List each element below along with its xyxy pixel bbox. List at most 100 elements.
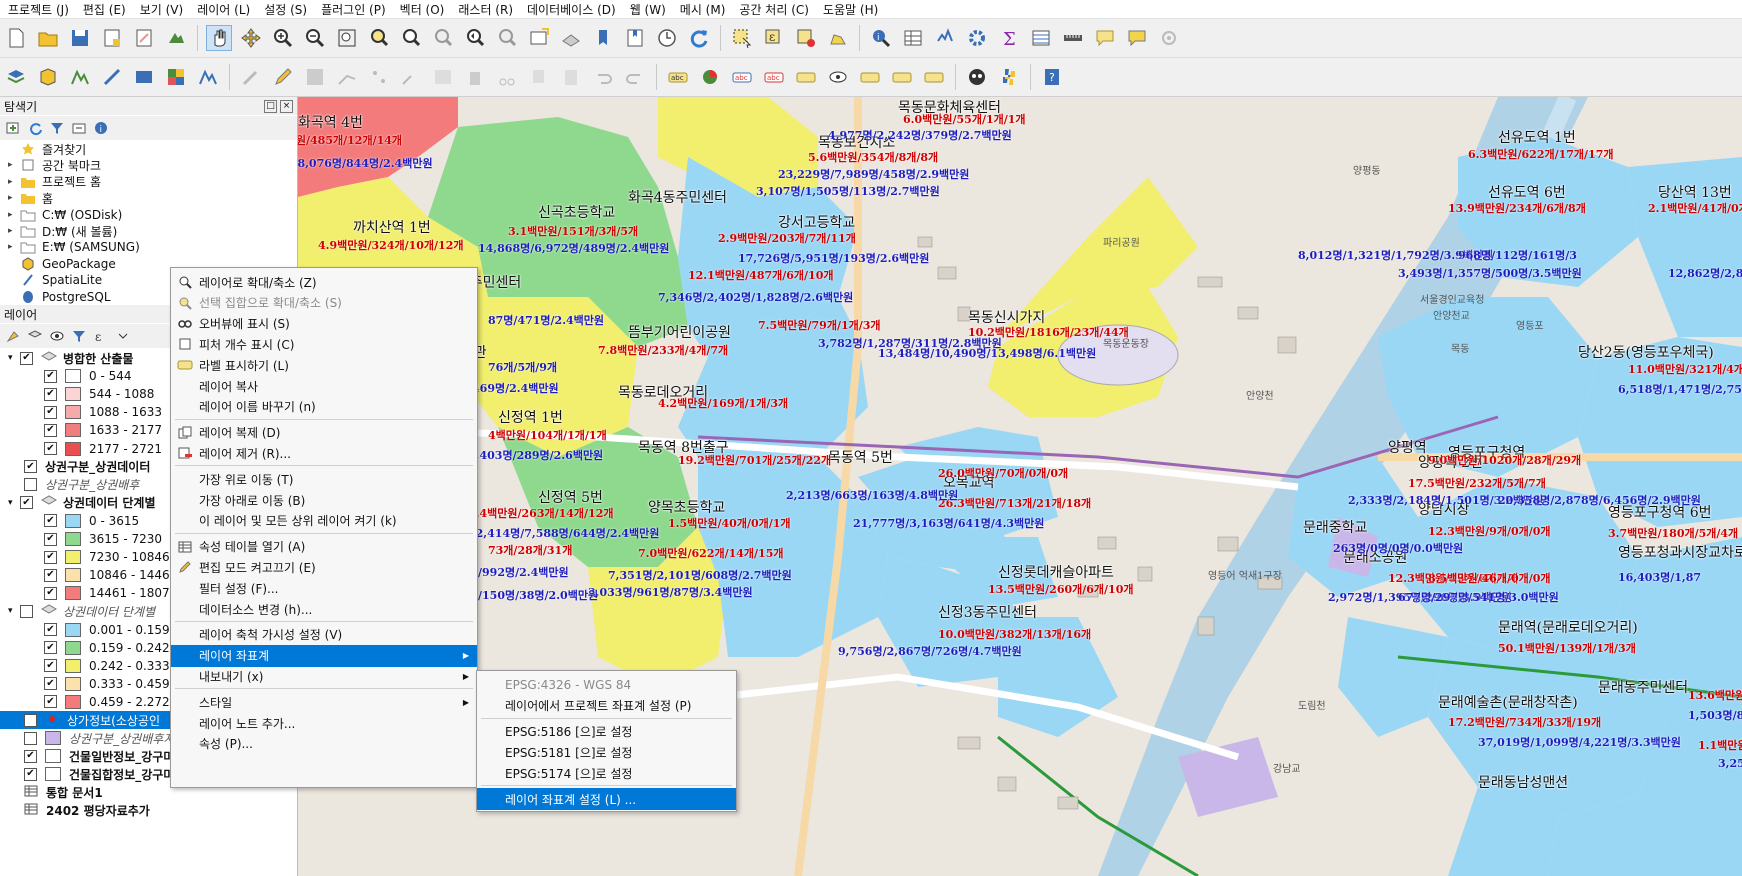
style-manager-icon[interactable] <box>163 25 189 51</box>
context-menu-item[interactable]: 필터 설정 (F)... <box>171 577 477 599</box>
layer-checkbox[interactable]: ✔ <box>44 695 57 709</box>
context-menu-item[interactable]: 오버뷰에 표시 (S) <box>171 313 477 335</box>
browser-item[interactable]: ▸ C:₩ (OSDisk) <box>8 206 122 224</box>
layer-checkbox[interactable]: ✔ <box>44 677 57 691</box>
new-3d-view-icon[interactable] <box>558 25 584 51</box>
layer-checkbox[interactable]: ✔ <box>44 442 57 455</box>
context-menu-item[interactable]: 데이터소스 변경 (h)... <box>171 598 477 620</box>
menu-item[interactable]: 플러그인 (P) <box>313 1 392 18</box>
zoom-out-icon[interactable] <box>302 25 328 51</box>
menu-item[interactable]: 편집 (E) <box>75 1 132 18</box>
layer-checkbox[interactable]: ✔ <box>44 641 57 655</box>
save-project-icon[interactable] <box>67 25 93 51</box>
filter-by-expression-icon[interactable]: ε <box>92 327 110 345</box>
context-menu-item[interactable]: 가장 아래로 이동 (B) <box>171 489 477 511</box>
submenu-item[interactable]: EPSG:5174 [으]로 설정 <box>477 762 736 784</box>
context-menu-item[interactable]: 레이어 복사 <box>171 375 477 397</box>
data-source-manager-icon[interactable] <box>3 64 29 90</box>
zoom-to-selection-icon[interactable] <box>366 25 392 51</box>
move-label-icon[interactable] <box>825 64 851 90</box>
expand-arrow-icon[interactable]: ▸ <box>8 210 20 220</box>
zoom-native-icon[interactable] <box>430 25 456 51</box>
layer-checkbox[interactable]: ✔ <box>44 568 57 582</box>
layer-checkbox[interactable]: ✔ <box>24 460 37 474</box>
context-menu-item[interactable]: 속성 테이블 열기 (A) <box>171 536 477 558</box>
context-menu-item[interactable]: 가장 위로 이동 (T) <box>171 468 477 490</box>
info-icon[interactable]: i <box>92 119 110 137</box>
toggle-editing-icon[interactable] <box>270 64 296 90</box>
visibility-icon[interactable] <box>48 327 66 345</box>
context-menu-item[interactable]: 내보내기 (x) ▶ <box>171 665 477 687</box>
menu-item[interactable]: 데이터베이스 (D) <box>519 1 622 18</box>
new-geopackage-icon[interactable] <box>35 64 61 90</box>
layer-style-icon[interactable] <box>4 327 22 345</box>
vector-layer-icon[interactable] <box>195 64 221 90</box>
browser-item[interactable]: SpatiaLite <box>8 271 102 289</box>
pin-labels-icon[interactable]: abc <box>761 64 787 90</box>
open-table-icon[interactable] <box>1028 25 1054 51</box>
annotation-icon[interactable] <box>1124 25 1150 51</box>
layer-checkbox[interactable]: ✔ <box>44 387 57 401</box>
layer-checkbox[interactable]: ✔ <box>20 351 33 365</box>
menu-item[interactable]: 웹 (W) <box>622 1 672 18</box>
expand-arrow-icon[interactable]: ▸ <box>8 193 20 203</box>
context-menu-item[interactable]: 선택 집합으로 확대/축소 (S) <box>171 292 477 314</box>
context-menu-item[interactable]: 레이어 축척 가시성 설정 (V) <box>171 624 477 646</box>
bookmark-icon[interactable] <box>590 25 616 51</box>
temporal-controller-icon[interactable] <box>654 25 680 51</box>
layer-checkbox[interactable]: ✔ <box>44 659 57 673</box>
context-menu-item[interactable]: 레이어 좌표계 ▶ <box>171 644 477 667</box>
layer-checkbox[interactable]: ✔ <box>20 496 33 510</box>
float-panel-icon[interactable]: □ <box>264 100 277 113</box>
browser-item[interactable]: ▸ 홈 <box>8 189 53 207</box>
help-icon[interactable]: ? <box>1039 64 1065 90</box>
measure-icon[interactable] <box>1060 25 1086 51</box>
layer-checkbox[interactable] <box>24 478 37 492</box>
context-menu-item[interactable]: 라벨 표시하기 (L) <box>171 354 477 376</box>
collapse-all-icon[interactable] <box>70 119 88 137</box>
context-menu-item[interactable]: 레이어 노트 추가... <box>171 712 477 734</box>
layer-checkbox[interactable]: ✔ <box>44 514 57 528</box>
submenu-item[interactable]: EPSG:4326 - WGS 84 <box>477 674 736 696</box>
change-label-icon[interactable] <box>889 64 915 90</box>
statistics-summary-icon[interactable]: Σ <box>996 25 1022 51</box>
layer-checkbox[interactable]: ✔ <box>44 423 57 437</box>
virtual-layer-icon[interactable] <box>131 64 157 90</box>
menu-item[interactable]: 레이어 (L) <box>189 1 256 18</box>
context-menu-item[interactable]: 피처 개수 표시 (C) <box>171 333 477 355</box>
layer-checkbox[interactable] <box>24 731 37 745</box>
new-print-layout-icon[interactable] <box>99 25 125 51</box>
filter-legend-icon[interactable] <box>70 327 88 345</box>
collapse-arrow-icon[interactable]: ▾ <box>8 606 20 616</box>
zoom-in-icon[interactable] <box>270 25 296 51</box>
submenu-item[interactable]: 레이어 좌표계 설정 (L) ... <box>477 788 736 810</box>
pan-to-selection-icon[interactable] <box>238 25 264 51</box>
layer-row[interactable]: 2402 평당자료추가 <box>24 802 297 820</box>
layer-checkbox[interactable]: ✔ <box>24 749 37 763</box>
new-shapefile-icon[interactable] <box>67 64 93 90</box>
highlight-pinned-labels-icon[interactable]: abc <box>729 64 755 90</box>
show-bookmarks-icon[interactable] <box>622 25 648 51</box>
layer-checkbox[interactable] <box>24 713 37 727</box>
layer-checkbox[interactable]: ✔ <box>44 586 57 600</box>
new-project-icon[interactable] <box>3 25 29 51</box>
zoom-full-icon[interactable] <box>334 25 360 51</box>
submenu-item[interactable]: 레이어에서 프로젝트 좌표계 설정 (P) <box>477 695 736 717</box>
deselect-all-icon[interactable] <box>793 25 819 51</box>
menu-item[interactable]: 도움말 (H) <box>815 1 884 18</box>
field-calculator-icon[interactable] <box>932 25 958 51</box>
collapse-arrow-icon[interactable]: ▾ <box>8 353 20 363</box>
open-project-icon[interactable] <box>35 25 61 51</box>
layer-checkbox[interactable]: ✔ <box>44 369 57 383</box>
submenu-item[interactable]: EPSG:5181 [으]로 설정 <box>477 741 736 763</box>
context-menu-item[interactable]: 레이어로 확대/축소 (Z) <box>171 271 477 293</box>
layer-checkbox[interactable]: ✔ <box>44 405 57 419</box>
context-menu-item[interactable]: 레이어 복제 (D) <box>171 422 477 444</box>
layer-checkbox[interactable] <box>20 604 33 618</box>
menu-item[interactable]: 메시 (M) <box>672 1 732 18</box>
layer-checkbox[interactable]: ✔ <box>44 623 57 636</box>
browser-item[interactable]: ▸ E:₩ (SAMSUNG) <box>8 238 140 256</box>
menu-item[interactable]: 설정 (S) <box>256 1 313 18</box>
layout-manager-icon[interactable] <box>131 25 157 51</box>
browser-item[interactable]: ▸ 프로젝트 홈 <box>8 173 101 191</box>
